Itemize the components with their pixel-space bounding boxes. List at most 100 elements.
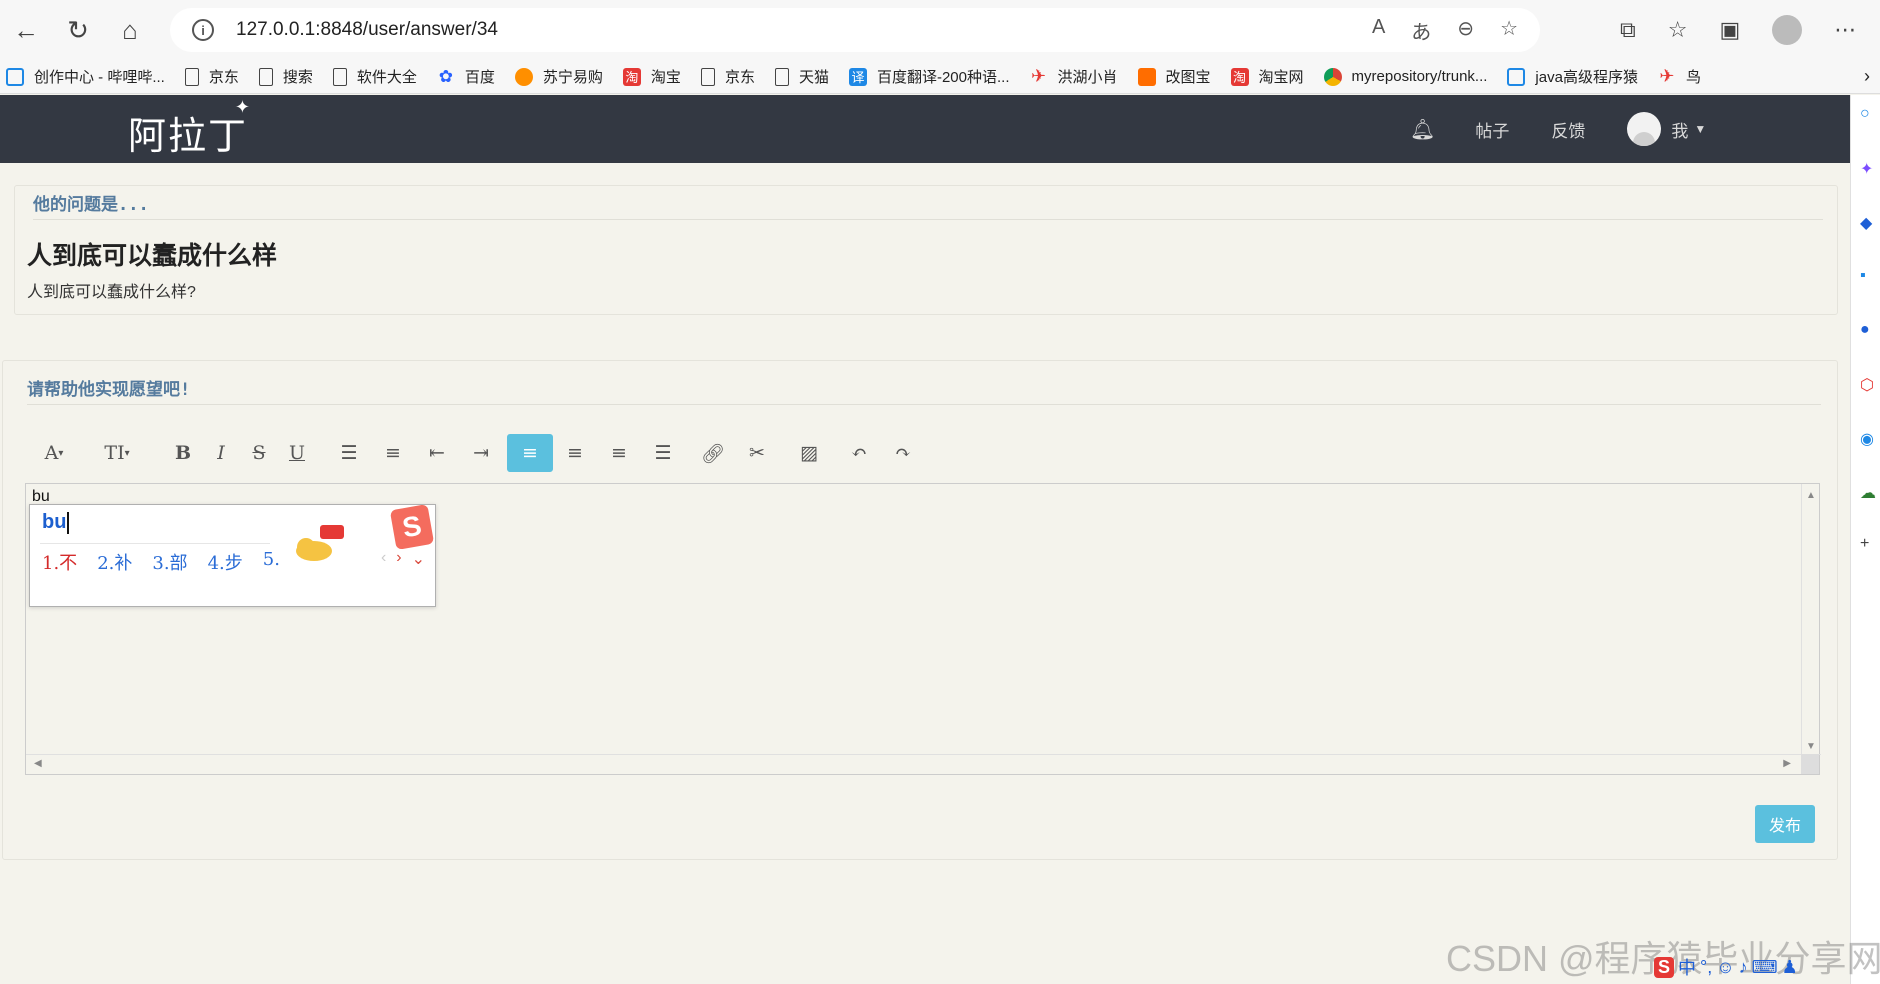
bird-icon: ✈ (1030, 66, 1047, 86)
outdent-icon[interactable]: ⇤ (415, 434, 459, 472)
align-right-icon[interactable]: ≡ (597, 434, 641, 472)
reload-icon[interactable]: ↻ (52, 8, 104, 52)
horizontal-scrollbar[interactable]: ◀ ▶ (26, 754, 1821, 774)
drop-icon[interactable]: ☁ (1860, 483, 1876, 503)
bookmark-item[interactable]: ✈ 洪湖小肖 (1030, 66, 1118, 87)
next-page-icon[interactable]: › (396, 549, 401, 569)
justify-icon[interactable]: ☰ (641, 434, 685, 472)
bookmark-item[interactable]: 译百度翻译-200种语... (848, 66, 1010, 87)
align-center-icon[interactable]: ≡ (553, 434, 597, 472)
user-menu[interactable]: 我 ▼ (1627, 112, 1706, 146)
add-icon[interactable]: + (1860, 535, 1869, 553)
sogou-tray-icon[interactable]: S (1654, 956, 1675, 978)
link-icon[interactable]: 🔗︎ (691, 434, 735, 472)
image-icon[interactable]: ▨ (787, 434, 831, 472)
ime-mode[interactable]: 中 (1678, 954, 1696, 980)
taobao-icon: 淘 (622, 67, 641, 86)
underline-icon[interactable]: U (279, 434, 315, 472)
bookmark-item[interactable]: myrepository/trunk... (1323, 67, 1487, 86)
bookmark-item[interactable]: 苏宁易购 (514, 66, 603, 87)
home-icon[interactable]: ⌂ (104, 8, 156, 52)
ime-candidate[interactable]: 4.步 (208, 549, 243, 575)
chrome-icon (1323, 67, 1342, 86)
ime-candidate[interactable]: 5. (263, 549, 280, 575)
prev-page-icon[interactable]: ‹ (381, 549, 386, 569)
ime-candidates: 1.不 2.补 3.部 4.步 5. (42, 549, 280, 575)
bookmark-item[interactable]: 淘淘宝 (622, 66, 681, 87)
italic-icon[interactable]: I (203, 434, 239, 472)
punctuation-icon[interactable]: °, (1700, 957, 1712, 978)
bookmarks-overflow-icon[interactable]: › (1864, 66, 1870, 87)
bold-icon[interactable]: B (165, 434, 201, 472)
extensions-icon[interactable]: ⧉ (1620, 17, 1636, 43)
nav-link-feedback[interactable]: 反馈 (1551, 117, 1585, 142)
notification-bell-icon[interactable]: 🔔︎ (1410, 117, 1435, 142)
address-bar[interactable]: i 127.0.0.1:8848/user/answer/34 A あ ⊖ ☆ (170, 8, 1540, 52)
favorites-icon[interactable]: ☆ (1668, 17, 1688, 43)
keyboard-icon[interactable]: ⌨ (1752, 957, 1778, 978)
undo-icon[interactable]: ↶ (837, 434, 881, 472)
ime-candidate[interactable]: 2.补 (97, 549, 132, 575)
publish-button[interactable]: 发布 (1755, 805, 1815, 843)
scroll-right-icon[interactable]: ▶ (1783, 758, 1791, 769)
bookmark-item[interactable]: 京东 (700, 66, 755, 87)
people-icon[interactable]: ● (1860, 321, 1870, 339)
expand-icon[interactable]: ⌄ (412, 549, 425, 569)
bookmark-item[interactable]: 淘淘宝网 (1230, 66, 1304, 87)
indent-icon[interactable]: ⇥ (459, 434, 503, 472)
ime-candidate[interactable]: 1.不 (42, 549, 77, 575)
office-icon[interactable]: ⬡ (1860, 375, 1874, 395)
scroll-down-icon[interactable]: ▼ (1806, 741, 1816, 752)
app-navbar: 阿拉丁 ✦ 🔔︎ 帖子 反馈 我 ▼ (0, 95, 1850, 163)
unlink-scissors-icon[interactable]: ✂ (735, 434, 779, 472)
tv-icon (6, 67, 24, 86)
copilot-icon[interactable]: ✦ (1860, 159, 1873, 179)
url-text: 127.0.0.1:8848/user/answer/34 (236, 19, 498, 40)
nav-link-posts[interactable]: 帖子 (1475, 117, 1509, 142)
scroll-left-icon[interactable]: ◀ (34, 758, 42, 769)
bookmark-item[interactable]: ✿ 百度 (437, 66, 495, 87)
tools-icon[interactable]: ▪ (1860, 267, 1866, 285)
bullet-list-icon[interactable]: ☰ (327, 434, 371, 472)
answer-header: 请帮助他实现愿望吧! (27, 371, 1821, 405)
bookmark-label: 鸟 (1685, 69, 1701, 86)
sogou-logo-icon: S (389, 504, 435, 550)
more-menu-icon[interactable]: ⋯ (1834, 17, 1856, 43)
redo-icon[interactable]: ↷ (881, 434, 925, 472)
bookmark-item[interactable]: 创作中心 - 哔哩哔... (6, 66, 165, 87)
vertical-scrollbar[interactable]: ▲ ▼ (1801, 484, 1819, 754)
translate-icon[interactable]: あ (1411, 16, 1431, 45)
font-size-button[interactable]: TI ▾ (85, 434, 149, 472)
scroll-up-icon[interactable]: ▲ (1806, 490, 1816, 501)
mic-icon[interactable]: ♪ (1739, 957, 1748, 978)
dropdown-caret-icon: ▾ (58, 447, 64, 459)
shopping-icon[interactable]: ◆ (1860, 213, 1872, 233)
outlook-icon[interactable]: ◉ (1860, 429, 1874, 449)
ime-candidate[interactable]: 3.部 (152, 549, 187, 575)
bookmark-item[interactable]: 京东 (184, 66, 239, 87)
bookmark-item[interactable]: 软件大全 (332, 66, 417, 87)
bookmark-item[interactable]: 天猫 (774, 66, 829, 87)
collections-icon[interactable]: ▣ (1719, 17, 1740, 43)
back-arrow-icon[interactable]: ← (0, 8, 52, 52)
bookmark-item[interactable]: ✈ 鸟 (1658, 66, 1701, 87)
site-logo[interactable]: 阿拉丁 ✦ (128, 97, 250, 160)
bookmark-item[interactable]: 改图宝 (1137, 66, 1211, 87)
zoom-out-icon[interactable]: ⊖ (1457, 16, 1474, 45)
bookmark-item[interactable]: 搜索 (258, 66, 313, 87)
read-aloud-icon[interactable]: A (1372, 16, 1385, 45)
font-family-button[interactable]: A ▾ (27, 434, 81, 472)
favorite-add-icon[interactable]: ☆ (1500, 16, 1518, 45)
numbered-list-icon[interactable]: ≡ (371, 434, 415, 472)
strikethrough-icon[interactable]: S (241, 434, 277, 472)
bookmark-label: 百度翻译-200种语... (876, 69, 1010, 86)
ime-composition: bu (42, 511, 70, 534)
bookmark-item[interactable]: java高级程序猿 (1507, 66, 1638, 87)
skin-icon[interactable]: ♟ (1782, 957, 1798, 978)
site-info-icon[interactable]: i (192, 19, 214, 41)
align-left-icon[interactable]: ≡ (507, 434, 553, 472)
profile-avatar[interactable] (1772, 15, 1803, 45)
emoji-icon[interactable]: ☺ (1716, 957, 1734, 978)
editor-toolbar: A ▾ TI ▾ B I S U ☰ ≡ ⇤ ⇥ ≡ ≡ ≡ ☰ 🔗︎ ✂ ▨ ↶ … (27, 433, 1821, 473)
search-icon[interactable]: ○ (1860, 105, 1870, 123)
